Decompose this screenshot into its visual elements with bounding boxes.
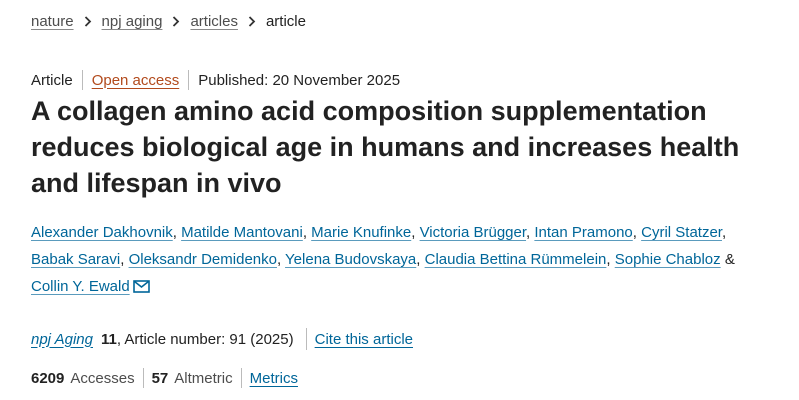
chevron-right-icon — [162, 16, 190, 27]
author-link[interactable]: Cyril Statzer — [641, 224, 722, 241]
breadcrumb-nature[interactable]: nature — [31, 13, 74, 30]
article-title: A collagen amino acid composition supple… — [31, 96, 740, 198]
divider — [188, 70, 190, 90]
author-link[interactable]: Claudia Bettina Rümmelein — [425, 251, 607, 268]
chevron-right-icon — [238, 16, 266, 27]
breadcrumb-current: article — [265, 13, 306, 30]
author-link[interactable]: Sophie Chabloz — [615, 251, 721, 268]
published-date: Published: 20 November 2025 — [198, 71, 401, 89]
accesses-count: 6209 — [31, 369, 65, 387]
article-number: , Article number: 91 (2025) — [116, 330, 294, 348]
citation: npj Aging 11 , Article number: 91 (2025)… — [31, 328, 413, 350]
author-link[interactable]: Yelena Budovskaya — [285, 251, 416, 268]
article-type: Article — [31, 71, 73, 89]
authors-conjunction: & — [724, 251, 735, 268]
accesses-label: Accesses — [70, 369, 135, 387]
author-link[interactable]: Babak Saravi — [31, 251, 120, 268]
divider — [142, 368, 144, 388]
chevron-right-icon — [74, 16, 102, 27]
author-link[interactable]: Oleksandr Demidenko — [129, 251, 277, 268]
author-link[interactable]: Collin Y. Ewald — [31, 278, 130, 295]
author-link[interactable]: Marie Knufinke — [311, 224, 411, 241]
breadcrumb: nature npj aging articles article — [31, 13, 306, 30]
breadcrumb-articles[interactable]: articles — [190, 13, 238, 30]
breadcrumb-npj-aging[interactable]: npj aging — [102, 13, 163, 30]
open-access-link[interactable]: Open access — [92, 72, 180, 89]
altmetric-count: 57 — [151, 369, 169, 387]
altmetric-label: Altmetric — [174, 369, 233, 387]
journal-link[interactable]: npj Aging — [31, 331, 93, 348]
mail-icon[interactable] — [132, 275, 150, 302]
divider — [240, 368, 242, 388]
author-link[interactable]: Intan Pramono — [534, 224, 632, 241]
author-row: Babak Saravi, Oleksandr Demidenko, Yelen… — [31, 251, 735, 268]
author-link[interactable]: Matilde Mantovani — [181, 224, 303, 241]
metrics-link[interactable]: Metrics — [250, 370, 298, 387]
divider — [305, 328, 307, 350]
article-metrics: 6209 Accesses 57 Altmetric Metrics — [31, 368, 298, 388]
divider — [81, 70, 83, 90]
article-meta: Article Open access Published: 20 Novemb… — [31, 70, 400, 90]
author-link[interactable]: Alexander Dakhovnik — [31, 224, 173, 241]
author-link[interactable]: Victoria Brügger — [420, 224, 526, 241]
author-list: Alexander Dakhovnik, Matilde Mantovani, … — [31, 219, 791, 300]
author-row: Collin Y. Ewald — [31, 273, 791, 300]
author-row: Alexander Dakhovnik, Matilde Mantovani, … — [31, 224, 727, 241]
volume: 11 — [101, 330, 117, 348]
cite-this-article-link[interactable]: Cite this article — [315, 331, 413, 348]
